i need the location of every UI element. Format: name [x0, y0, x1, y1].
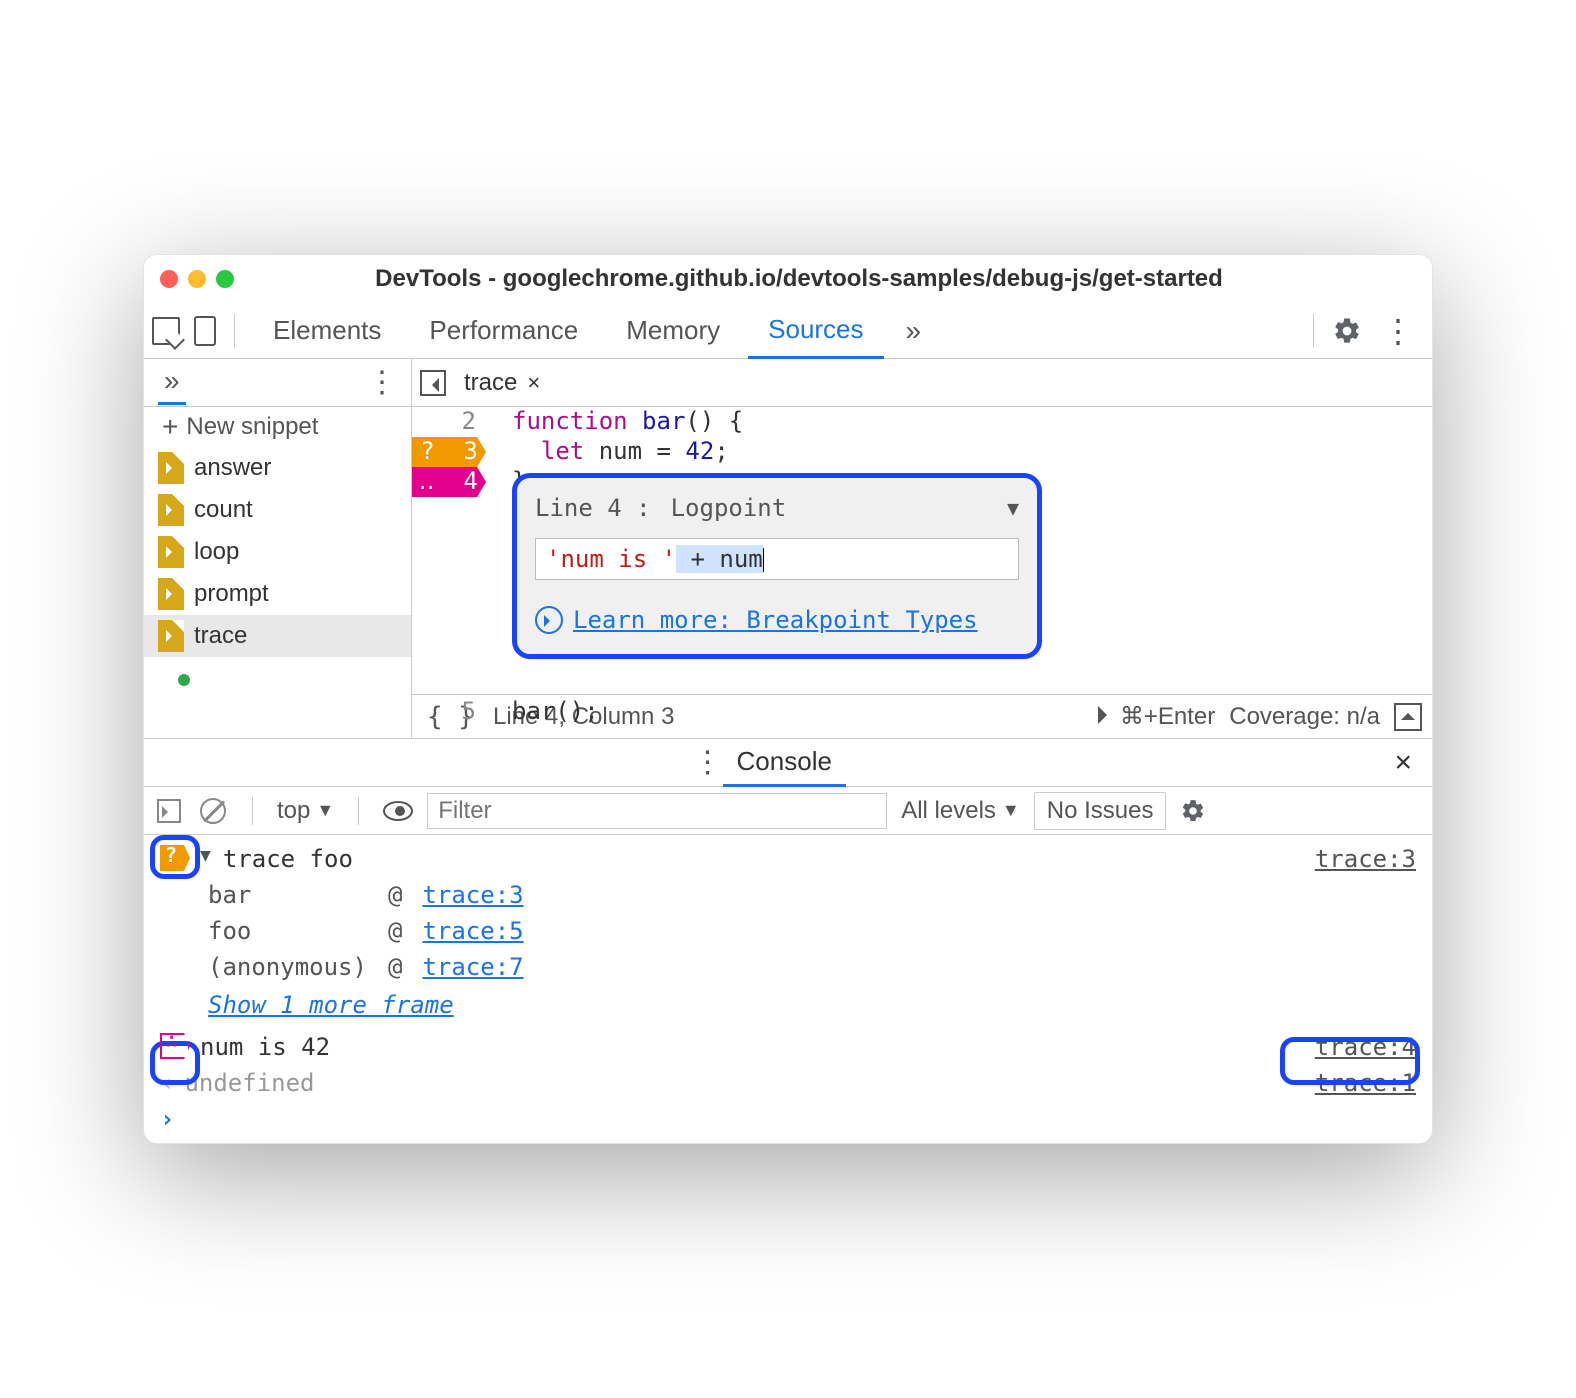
breakpoint-type-select[interactable]: Logpoint [671, 494, 787, 522]
tab-performance[interactable]: Performance [409, 303, 598, 359]
console-text: undefined [184, 1069, 1304, 1097]
prompt-icon: › [160, 1105, 174, 1133]
window-title: DevTools - googlechrome.github.io/devtoo… [244, 265, 1416, 293]
snippet-label: loop [194, 538, 239, 566]
logpoint-expression-input[interactable]: 'num is ' + num [535, 538, 1019, 580]
clear-console-icon[interactable] [198, 796, 228, 826]
separator [234, 314, 235, 348]
console-filter-input[interactable] [427, 793, 887, 829]
console-row: ▼ trace foo trace:3 [144, 841, 1432, 877]
show-more-frames-link[interactable]: Show 1 more frame [144, 985, 1432, 1029]
breakpoint-editor-popup: Line 4 : Logpoint ▼ 'num is ' + num Lear… [512, 473, 1042, 659]
snippet-item[interactable]: loop [144, 531, 411, 573]
close-tab-icon[interactable]: × [527, 370, 540, 396]
new-snippet-label: New snippet [186, 413, 318, 441]
stack-frame: bar@trace:3 [208, 877, 1432, 913]
inspect-icon[interactable] [152, 317, 180, 345]
snippet-label: answer [194, 454, 271, 482]
snippet-item[interactable]: answer [144, 447, 411, 489]
console-row: ‹ undefined trace:1 [144, 1065, 1432, 1101]
close-drawer-icon[interactable]: × [1384, 746, 1422, 780]
console-output: ▼ trace foo trace:3 bar@trace:3 foo@trac… [144, 835, 1432, 1143]
chevron-down-icon[interactable]: ▼ [1007, 496, 1019, 520]
new-snippet-button[interactable]: + New snippet [144, 407, 411, 447]
tab-memory[interactable]: Memory [606, 303, 740, 359]
run-snippet-button[interactable]: ⌘+Enter [1098, 702, 1215, 731]
show-sidebar-icon[interactable] [154, 796, 184, 826]
console-settings-icon[interactable] [1180, 798, 1206, 824]
plus-icon: + [162, 411, 178, 443]
console-text: trace foo [223, 845, 1305, 873]
show-navigator-icon[interactable] [420, 370, 446, 396]
gutter-line[interactable]: 2 [412, 407, 490, 437]
editor-pane: trace × 2 ? 3 ‥ 4 5 function bar() { let… [412, 359, 1432, 738]
maximize-window-button[interactable] [216, 270, 234, 288]
settings-icon[interactable] [1332, 316, 1362, 346]
snippet-list: answer count loop prompt trace [144, 447, 411, 657]
stack-link[interactable]: trace:7 [422, 953, 523, 981]
gutter-line[interactable]: 5 [412, 697, 490, 727]
snippet-icon [158, 452, 184, 484]
coverage-label: Coverage: n/a [1229, 703, 1380, 731]
snippet-label: trace [194, 622, 247, 650]
snippet-icon [158, 494, 184, 526]
separator [1313, 314, 1314, 348]
snippet-icon [158, 536, 184, 568]
minimize-window-button[interactable] [188, 270, 206, 288]
snippet-icon [158, 578, 184, 610]
drawer-menu-icon[interactable]: ⋮ [693, 745, 723, 780]
context-select[interactable]: top▼ [277, 797, 334, 825]
stack-frame: (anonymous)@trace:7 [208, 949, 1432, 985]
console-drawer: ⋮ Console × top▼ All levels▼ No Issues ▼… [144, 739, 1432, 1143]
console-row: num is 42 trace:4 [144, 1029, 1432, 1065]
close-window-button[interactable] [160, 270, 178, 288]
live-expression-icon[interactable] [383, 796, 413, 826]
issues-button[interactable]: No Issues [1034, 792, 1167, 830]
disclosure-triangle-icon[interactable]: ▼ [200, 845, 211, 866]
editor-tab[interactable]: trace × [456, 369, 548, 397]
stack-link[interactable]: trace:5 [422, 917, 523, 945]
navigator-menu-icon[interactable]: ⋮ [367, 365, 397, 400]
highlight-annotation [1280, 1037, 1420, 1085]
console-prompt[interactable]: › [144, 1101, 1432, 1137]
logpoint-output-icon [160, 1033, 190, 1059]
snippet-icon [158, 620, 184, 652]
separator [252, 797, 253, 825]
play-icon [1098, 706, 1116, 724]
device-toolbar-icon[interactable] [194, 316, 216, 346]
navigator-more-button[interactable]: » [158, 361, 186, 405]
conditional-breakpoint-marker[interactable]: ? 3 [412, 437, 486, 467]
log-levels-select[interactable]: All levels▼ [901, 797, 1020, 825]
snippet-item[interactable]: count [144, 489, 411, 531]
devtools-window: DevTools - googlechrome.github.io/devtoo… [143, 254, 1433, 1144]
modified-dot-icon [178, 674, 190, 686]
scroll-to-top-icon[interactable] [1394, 703, 1422, 731]
panel-tabs: Elements Performance Memory Sources » ⋮ [144, 303, 1432, 359]
learn-more-link[interactable]: Learn more: Breakpoint Types [573, 606, 978, 634]
console-text: num is 42 [200, 1033, 1305, 1061]
snippet-label: count [194, 496, 253, 524]
navigator-sidebar: » ⋮ + New snippet answer count loop prom… [144, 359, 412, 738]
source-link[interactable]: trace:3 [1315, 845, 1416, 873]
tab-sources[interactable]: Sources [748, 303, 883, 359]
kebab-menu-icon[interactable]: ⋮ [1370, 312, 1424, 350]
trace-icon [160, 845, 190, 871]
more-tabs-button[interactable]: » [892, 315, 936, 347]
tab-elements[interactable]: Elements [253, 303, 401, 359]
stack-frame: foo@trace:5 [208, 913, 1432, 949]
stack-link[interactable]: trace:3 [422, 881, 523, 909]
editor-tab-label: trace [464, 369, 517, 397]
snippet-label: prompt [194, 580, 269, 608]
arrow-right-circle-icon [535, 606, 563, 634]
snippet-item-selected[interactable]: trace [144, 615, 411, 657]
stack-trace: bar@trace:3 foo@trace:5 (anonymous)@trac… [144, 877, 1432, 985]
gutter[interactable]: 2 ? 3 ‥ 4 5 [412, 407, 490, 727]
console-tab[interactable]: Console [723, 739, 846, 787]
separator [358, 797, 359, 825]
snippet-item[interactable]: prompt [144, 573, 411, 615]
titlebar: DevTools - googlechrome.github.io/devtoo… [144, 255, 1432, 303]
logpoint-marker[interactable]: ‥ 4 [412, 467, 486, 497]
popup-line-label: Line 4 : [535, 494, 651, 522]
